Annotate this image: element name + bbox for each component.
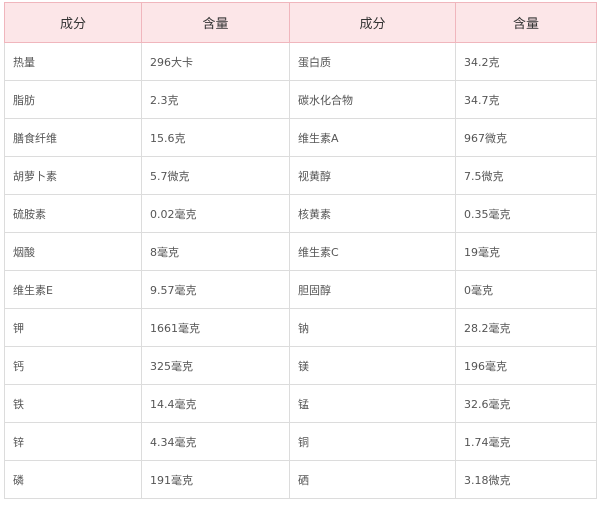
ingredient-name: 钙 (4, 346, 142, 385)
ingredient-amount: 0.02毫克 (141, 194, 290, 233)
table-row: 胡萝卜素 5.7微克 视黄醇 7.5微克 (4, 156, 597, 195)
ingredient-amount: 4.34毫克 (141, 422, 290, 461)
ingredient-amount: 0.35毫克 (455, 194, 597, 233)
ingredient-name: 核黄素 (289, 194, 456, 233)
table-row: 热量 296大卡 蛋白质 34.2克 (4, 42, 597, 81)
table-header-row: 成分 含量 成分 含量 (4, 2, 597, 43)
nutrition-table: 成分 含量 成分 含量 热量 296大卡 蛋白质 34.2克 脂肪 2.3克 碳… (4, 2, 597, 499)
table-row: 脂肪 2.3克 碳水化合物 34.7克 (4, 80, 597, 119)
ingredient-name: 视黄醇 (289, 156, 456, 195)
header-ingredient-right: 成分 (289, 2, 456, 43)
ingredient-amount: 14.4毫克 (141, 384, 290, 423)
ingredient-name: 热量 (4, 42, 142, 81)
ingredient-amount: 196毫克 (455, 346, 597, 385)
table-row: 膳食纤维 15.6克 维生素A 967微克 (4, 118, 597, 157)
ingredient-name: 锌 (4, 422, 142, 461)
ingredient-name: 锰 (289, 384, 456, 423)
ingredient-name: 胡萝卜素 (4, 156, 142, 195)
ingredient-amount: 967微克 (455, 118, 597, 157)
ingredient-name: 硫胺素 (4, 194, 142, 233)
header-amount-left: 含量 (141, 2, 290, 43)
table-row: 磷 191毫克 硒 3.18微克 (4, 460, 597, 499)
ingredient-name: 钠 (289, 308, 456, 347)
ingredient-amount: 191毫克 (141, 460, 290, 499)
ingredient-amount: 5.7微克 (141, 156, 290, 195)
table-row: 烟酸 8毫克 维生素C 19毫克 (4, 232, 597, 271)
ingredient-amount: 8毫克 (141, 232, 290, 271)
ingredient-name: 烟酸 (4, 232, 142, 271)
ingredient-name: 胆固醇 (289, 270, 456, 309)
ingredient-name: 维生素A (289, 118, 456, 157)
ingredient-amount: 1.74毫克 (455, 422, 597, 461)
table-row: 硫胺素 0.02毫克 核黄素 0.35毫克 (4, 194, 597, 233)
ingredient-amount: 15.6克 (141, 118, 290, 157)
header-amount-right: 含量 (455, 2, 597, 43)
ingredient-amount: 34.2克 (455, 42, 597, 81)
ingredient-name: 膳食纤维 (4, 118, 142, 157)
table-row: 铁 14.4毫克 锰 32.6毫克 (4, 384, 597, 423)
ingredient-name: 维生素E (4, 270, 142, 309)
ingredient-amount: 2.3克 (141, 80, 290, 119)
ingredient-name: 磷 (4, 460, 142, 499)
ingredient-amount: 32.6毫克 (455, 384, 597, 423)
ingredient-amount: 9.57毫克 (141, 270, 290, 309)
table-row: 维生素E 9.57毫克 胆固醇 0毫克 (4, 270, 597, 309)
table-row: 钙 325毫克 镁 196毫克 (4, 346, 597, 385)
ingredient-amount: 0毫克 (455, 270, 597, 309)
ingredient-name: 钾 (4, 308, 142, 347)
ingredient-amount: 1661毫克 (141, 308, 290, 347)
header-ingredient-left: 成分 (4, 2, 142, 43)
ingredient-name: 脂肪 (4, 80, 142, 119)
ingredient-amount: 34.7克 (455, 80, 597, 119)
table-row: 钾 1661毫克 钠 28.2毫克 (4, 308, 597, 347)
ingredient-amount: 3.18微克 (455, 460, 597, 499)
ingredient-amount: 28.2毫克 (455, 308, 597, 347)
ingredient-name: 镁 (289, 346, 456, 385)
ingredient-amount: 7.5微克 (455, 156, 597, 195)
ingredient-name: 铁 (4, 384, 142, 423)
ingredient-name: 维生素C (289, 232, 456, 271)
ingredient-name: 硒 (289, 460, 456, 499)
ingredient-name: 蛋白质 (289, 42, 456, 81)
ingredient-amount: 296大卡 (141, 42, 290, 81)
table-row: 锌 4.34毫克 铜 1.74毫克 (4, 422, 597, 461)
nutrition-table-container: 成分 含量 成分 含量 热量 296大卡 蛋白质 34.2克 脂肪 2.3克 碳… (4, 2, 597, 499)
ingredient-amount: 19毫克 (455, 232, 597, 271)
ingredient-name: 铜 (289, 422, 456, 461)
ingredient-amount: 325毫克 (141, 346, 290, 385)
ingredient-name: 碳水化合物 (289, 80, 456, 119)
